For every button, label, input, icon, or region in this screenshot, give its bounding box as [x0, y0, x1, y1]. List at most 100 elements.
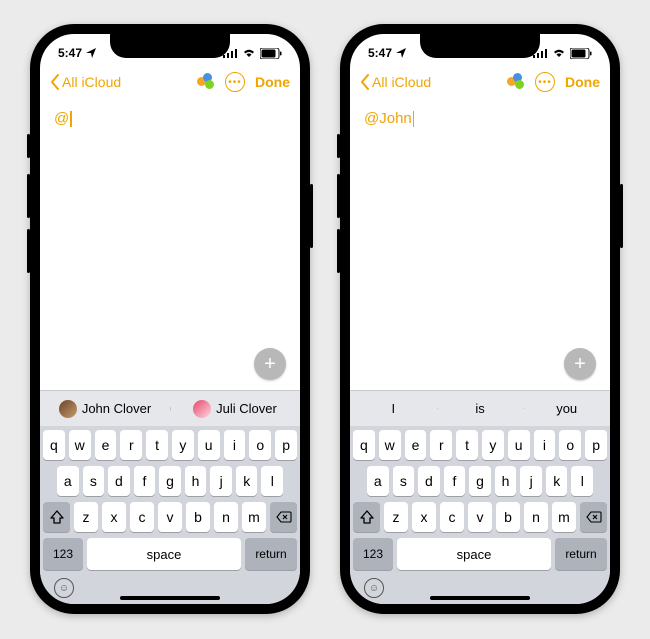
backspace-key[interactable] [270, 502, 297, 532]
key-m[interactable]: m [242, 502, 266, 532]
suggestion-item[interactable]: John Clover [40, 400, 170, 418]
location-icon [86, 48, 96, 58]
key-g[interactable]: g [159, 466, 181, 496]
key-b[interactable]: b [496, 502, 520, 532]
key-p[interactable]: p [585, 430, 607, 460]
key-w[interactable]: w [379, 430, 401, 460]
key-v[interactable]: v [468, 502, 492, 532]
key-g[interactable]: g [469, 466, 491, 496]
key-h[interactable]: h [185, 466, 207, 496]
key-t[interactable]: t [146, 430, 168, 460]
key-p[interactable]: p [275, 430, 297, 460]
key-z[interactable]: z [384, 502, 408, 532]
space-key[interactable]: space [397, 538, 551, 570]
phone-right: 5:47 All iCloud ••• Done [340, 24, 620, 614]
key-c[interactable]: c [440, 502, 464, 532]
more-button[interactable]: ••• [225, 72, 245, 92]
key-e[interactable]: e [405, 430, 427, 460]
key-f[interactable]: f [444, 466, 466, 496]
suggestion-item[interactable]: you [523, 401, 610, 416]
key-s[interactable]: s [83, 466, 105, 496]
key-h[interactable]: h [495, 466, 517, 496]
key-s[interactable]: s [393, 466, 415, 496]
key-r[interactable]: r [120, 430, 142, 460]
mode-key[interactable]: 123 [353, 538, 393, 570]
key-k[interactable]: k [236, 466, 258, 496]
battery-icon [570, 48, 592, 59]
key-q[interactable]: q [353, 430, 375, 460]
key-o[interactable]: o [249, 430, 271, 460]
key-j[interactable]: j [210, 466, 232, 496]
key-q[interactable]: q [43, 430, 65, 460]
return-key[interactable]: return [245, 538, 297, 570]
key-u[interactable]: u [508, 430, 530, 460]
emoji-button[interactable]: ☺ [54, 578, 74, 598]
suggestion-bar: John Clover Juli Clover [40, 390, 300, 426]
key-x[interactable]: x [102, 502, 126, 532]
done-button[interactable]: Done [255, 74, 290, 90]
collaboration-icon[interactable] [197, 73, 215, 91]
key-row: a s d f g h j k l [43, 466, 297, 496]
key-l[interactable]: l [261, 466, 283, 496]
back-button[interactable]: All iCloud [50, 74, 121, 90]
key-n[interactable]: n [524, 502, 548, 532]
key-a[interactable]: a [57, 466, 79, 496]
emoji-icon: ☺ [59, 583, 69, 594]
note-body[interactable]: @John + [350, 100, 610, 390]
key-u[interactable]: u [198, 430, 220, 460]
backspace-key[interactable] [580, 502, 607, 532]
wifi-icon [242, 48, 256, 58]
add-button[interactable]: + [564, 348, 596, 380]
note-text: @John [364, 110, 412, 127]
key-j[interactable]: j [520, 466, 542, 496]
shift-key[interactable] [43, 502, 70, 532]
mode-key[interactable]: 123 [43, 538, 83, 570]
key-m[interactable]: m [552, 502, 576, 532]
return-key[interactable]: return [555, 538, 607, 570]
back-label: All iCloud [372, 74, 431, 90]
key-r[interactable]: r [430, 430, 452, 460]
note-body[interactable]: @ + [40, 100, 300, 390]
add-button[interactable]: + [254, 348, 286, 380]
key-c[interactable]: c [130, 502, 154, 532]
shift-key[interactable] [353, 502, 380, 532]
key-t[interactable]: t [456, 430, 478, 460]
key-x[interactable]: x [412, 502, 436, 532]
suggestion-item[interactable]: Juli Clover [170, 400, 300, 418]
home-indicator[interactable] [120, 596, 220, 600]
backspace-icon [586, 511, 602, 523]
suggestion-label: Juli Clover [216, 401, 277, 416]
key-i[interactable]: i [534, 430, 556, 460]
key-f[interactable]: f [134, 466, 156, 496]
key-v[interactable]: v [158, 502, 182, 532]
key-y[interactable]: y [482, 430, 504, 460]
key-k[interactable]: k [546, 466, 568, 496]
notch [420, 34, 540, 58]
key-l[interactable]: l [571, 466, 593, 496]
key-o[interactable]: o [559, 430, 581, 460]
key-d[interactable]: d [108, 466, 130, 496]
key-b[interactable]: b [186, 502, 210, 532]
key-a[interactable]: a [367, 466, 389, 496]
emoji-button[interactable]: ☺ [364, 578, 384, 598]
back-button[interactable]: All iCloud [360, 74, 431, 90]
more-button[interactable]: ••• [535, 72, 555, 92]
avatar-icon [59, 400, 77, 418]
chevron-left-icon [50, 74, 60, 90]
key-i[interactable]: i [224, 430, 246, 460]
plus-icon: + [574, 353, 586, 376]
collaboration-icon[interactable] [507, 73, 525, 91]
key-n[interactable]: n [214, 502, 238, 532]
key-e[interactable]: e [95, 430, 117, 460]
home-indicator[interactable] [430, 596, 530, 600]
key-d[interactable]: d [418, 466, 440, 496]
key-w[interactable]: w [69, 430, 91, 460]
location-icon [396, 48, 406, 58]
key-y[interactable]: y [172, 430, 194, 460]
suggestion-item[interactable]: I [350, 401, 437, 416]
key-z[interactable]: z [74, 502, 98, 532]
space-key[interactable]: space [87, 538, 241, 570]
backspace-icon [276, 511, 292, 523]
done-button[interactable]: Done [565, 74, 600, 90]
suggestion-item[interactable]: is [437, 401, 524, 416]
